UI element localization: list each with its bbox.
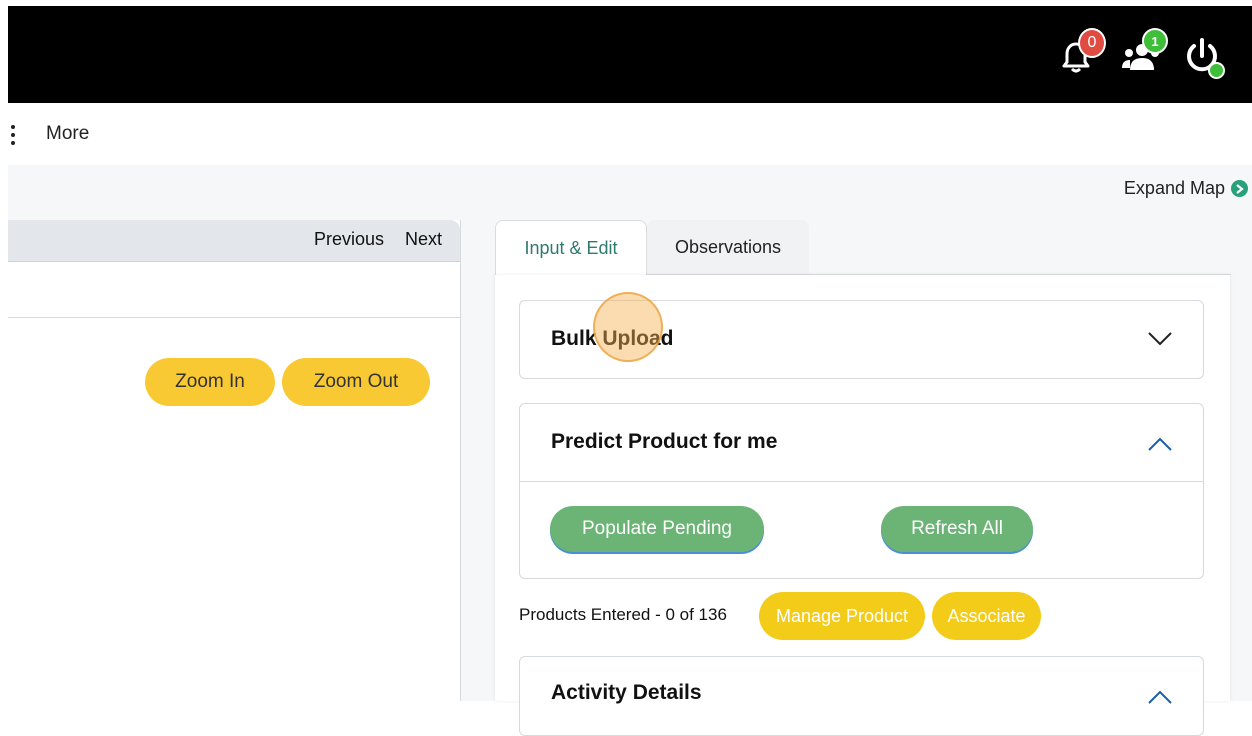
tab-observations[interactable]: Observations [647,220,809,275]
activity-details-card: Activity Details [519,656,1204,736]
content-area: Expand Map Previous Next Zoom In Zoom Ou… [8,165,1252,736]
card-divider [520,481,1203,482]
zoom-out-button[interactable]: Zoom Out [282,358,430,406]
next-button[interactable]: Next [405,229,442,250]
top-header-bar: 0 1 [8,6,1252,103]
tab-input-edit[interactable]: Input & Edit [495,220,647,275]
chevron-up-icon[interactable] [1147,436,1173,452]
pager-bar: Previous Next [8,220,460,262]
expand-map-link[interactable]: Expand Map [1124,178,1248,199]
notifications-button[interactable]: 0 [1058,28,1106,76]
zoom-in-button[interactable]: Zoom In [145,358,275,406]
predict-product-card: Predict Product for me Populate Pending … [519,403,1204,579]
activity-details-title: Activity Details [551,681,702,704]
products-entered-text: Products Entered - 0 of 136 [519,605,727,624]
power-button[interactable] [1180,34,1226,80]
map-panel: Previous Next Zoom In Zoom Out [8,220,461,701]
previous-button[interactable]: Previous [314,229,384,250]
more-menu-link[interactable]: More [46,123,89,145]
kebab-icon[interactable] [10,125,16,145]
online-status-dot [1208,62,1225,79]
chevron-right-circle-icon [1231,180,1248,197]
users-button[interactable]: 1 [1122,28,1168,76]
predict-product-title: Predict Product for me [551,430,778,453]
associate-button[interactable]: Associate [932,592,1041,640]
chevron-down-icon[interactable] [1147,331,1173,347]
notifications-badge: 0 [1078,28,1106,58]
click-indicator [593,292,663,362]
left-margin [0,0,8,701]
populate-pending-button[interactable]: Populate Pending [550,506,764,552]
chevron-up-icon[interactable] [1147,689,1173,705]
map-toolbar [8,262,460,318]
users-badge: 1 [1142,28,1168,54]
expand-map-label: Expand Map [1123,178,1225,198]
refresh-all-button[interactable]: Refresh All [881,506,1033,552]
nav-row: More [8,103,1252,165]
manage-product-button[interactable]: Manage Product [759,592,925,640]
